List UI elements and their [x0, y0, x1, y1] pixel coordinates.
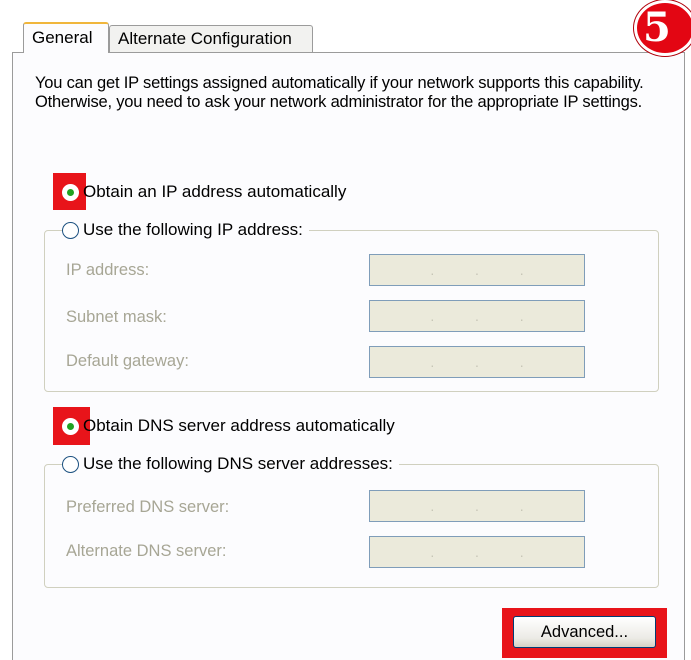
alternate-dns-field[interactable]: ...	[369, 536, 585, 568]
ip-dot: .	[475, 544, 479, 560]
dns-auto-option[interactable]: Obtain DNS server address automatically	[62, 415, 395, 437]
ip-auto-label: Obtain an IP address automatically	[83, 182, 347, 201]
ip-manual-radio[interactable]	[62, 221, 79, 239]
alternate-dns-label: Alternate DNS server:	[66, 542, 227, 560]
dns-auto-radio[interactable]	[62, 417, 79, 435]
tab-alternate-configuration[interactable]: Alternate Configuration	[109, 25, 313, 52]
step-number-badge: 5	[634, 0, 691, 56]
ip-address-field[interactable]: ...	[369, 254, 585, 286]
dns-manual-option[interactable]: Use the following DNS server addresses:	[62, 453, 399, 475]
tab-general[interactable]: General	[23, 22, 109, 53]
window-frame	[0, 0, 12, 660]
ip-dot: .	[519, 498, 524, 514]
ip-dot: .	[519, 544, 524, 560]
ip-dot: .	[519, 308, 524, 324]
ip-dot: .	[475, 354, 479, 370]
ip-dot: .	[430, 498, 435, 514]
ip-auto-option[interactable]: Obtain an IP address automatically	[62, 181, 346, 203]
ip-manual-label: Use the following IP address:	[83, 220, 303, 239]
preferred-dns-label: Preferred DNS server:	[66, 498, 230, 516]
advanced-button[interactable]: Advanced...	[513, 616, 656, 648]
intro-text: You can get IP settings assigned automat…	[35, 74, 644, 111]
default-gateway-field[interactable]: ...	[369, 346, 585, 378]
subnet-mask-label: Subnet mask:	[66, 308, 167, 326]
ip-dot: .	[519, 262, 524, 278]
ip-address-label: IP address:	[66, 261, 150, 279]
tab-alternate-configuration-label: Alternate Configuration	[118, 29, 292, 48]
ip-dot: .	[430, 354, 435, 370]
ip-dot: .	[475, 308, 479, 324]
ip-dot: .	[430, 544, 435, 560]
ip-dot: .	[475, 498, 479, 514]
ip-dot: .	[475, 262, 479, 278]
ip-dot: .	[430, 262, 435, 278]
dns-manual-label: Use the following DNS server addresses:	[83, 454, 393, 473]
dns-auto-label: Obtain DNS server address automatically	[83, 416, 395, 435]
tab-general-label: General	[32, 28, 93, 47]
subnet-mask-field[interactable]: ...	[369, 300, 585, 332]
default-gateway-label: Default gateway:	[66, 352, 189, 370]
ip-dot: .	[519, 354, 524, 370]
ip-dot: .	[430, 308, 435, 324]
ip-manual-option[interactable]: Use the following IP address:	[62, 219, 309, 241]
ip-auto-radio[interactable]	[62, 183, 79, 201]
dns-server-group	[44, 464, 659, 588]
preferred-dns-field[interactable]: ...	[369, 490, 585, 522]
dns-manual-radio[interactable]	[62, 455, 79, 473]
